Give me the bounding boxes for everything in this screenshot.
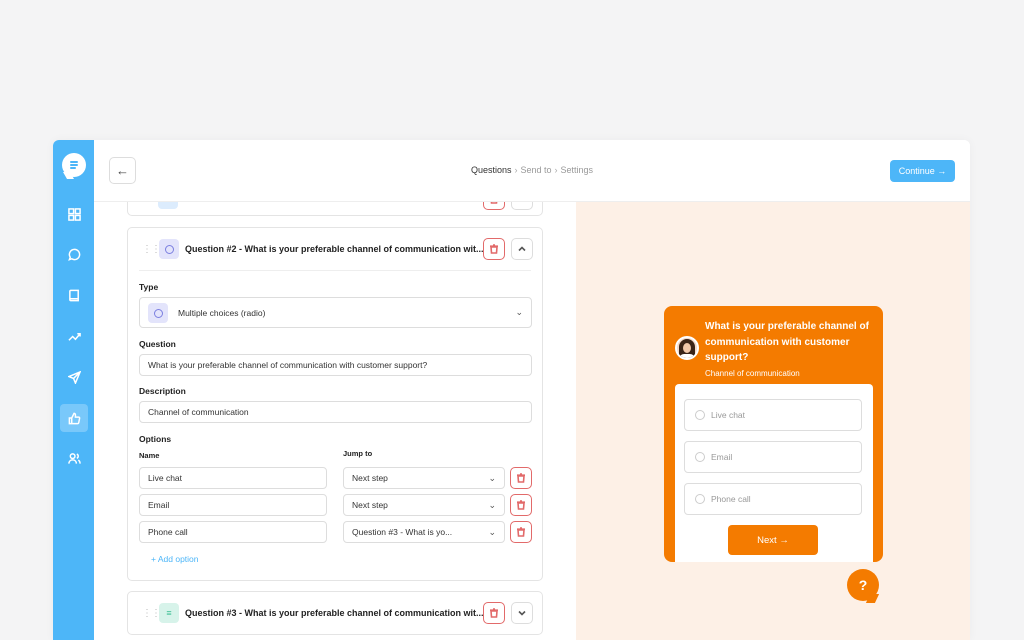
question-card-3: ⋮⋮ ≡ Question #3 - What is your preferab… bbox=[127, 591, 543, 635]
breadcrumb: Questions › Send to › Settings bbox=[470, 165, 594, 175]
thumbs-up-icon bbox=[68, 412, 80, 424]
chevron-down-icon: ⌄ bbox=[515, 307, 523, 317]
sidebar-item-feedback[interactable] bbox=[60, 404, 88, 432]
radio-icon bbox=[695, 452, 705, 462]
survey-preview: What is your preferable channel of commu… bbox=[576, 202, 970, 640]
widget-question-title: What is your preferable channel of commu… bbox=[705, 321, 869, 363]
next-button[interactable]: Next → bbox=[728, 525, 818, 555]
trash-icon bbox=[490, 244, 498, 254]
chevron-down-icon: ⌄ bbox=[488, 473, 496, 483]
trash-icon bbox=[490, 608, 498, 618]
sidebar-item-analytics[interactable] bbox=[60, 322, 88, 350]
drag-handle-icon[interactable]: ⋮⋮ bbox=[142, 608, 161, 619]
logo-icon[interactable] bbox=[62, 153, 86, 177]
trash-icon bbox=[517, 527, 525, 537]
widget-option[interactable]: Live chat bbox=[684, 399, 862, 431]
chevron-down-icon bbox=[518, 610, 526, 616]
widget-option[interactable]: Email bbox=[684, 441, 862, 473]
jump-to-select[interactable]: Next step ⌄ bbox=[343, 494, 505, 516]
option-name-input[interactable]: Email bbox=[139, 494, 327, 516]
toggle-question-button[interactable] bbox=[511, 202, 533, 210]
dashboard-icon bbox=[67, 207, 81, 221]
drag-handle-icon[interactable]: ⋮⋮ bbox=[142, 244, 161, 255]
collapse-button[interactable] bbox=[511, 238, 533, 260]
app-window: ← Questions › Send to › Settings Continue → … bbox=[53, 140, 970, 640]
jump-to-column-label: Jump to bbox=[343, 449, 373, 458]
chevron-up-icon bbox=[518, 246, 526, 252]
delete-option-button[interactable] bbox=[510, 521, 532, 543]
question-mark-icon: ? bbox=[858, 577, 868, 593]
sidebar bbox=[53, 140, 94, 640]
delete-option-button[interactable] bbox=[510, 494, 532, 516]
option-name-input[interactable]: Phone call bbox=[139, 521, 327, 543]
chevron-down-icon: ⌄ bbox=[488, 527, 496, 537]
radio-icon bbox=[695, 410, 705, 420]
question-editor: ⋮⋮ Question #2 - What is your preferable… bbox=[94, 202, 576, 640]
question-title[interactable]: Question #3 - What is your preferable ch… bbox=[185, 608, 484, 618]
type-select[interactable]: Multiple choices (radio) ⌄ bbox=[139, 297, 532, 328]
delete-question-button[interactable] bbox=[483, 202, 505, 210]
radio-icon bbox=[695, 494, 705, 504]
book-icon bbox=[68, 289, 79, 301]
trash-icon bbox=[517, 500, 525, 510]
question-input[interactable]: What is your preferable channel of commu… bbox=[139, 354, 532, 376]
description-input[interactable]: Channel of communication bbox=[139, 401, 532, 423]
delete-option-button[interactable] bbox=[510, 467, 532, 489]
add-option-button[interactable]: + Add option bbox=[151, 554, 199, 564]
question-card-2: ⋮⋮ Question #2 - What is your preferable… bbox=[127, 227, 543, 581]
top-bar: ← Questions › Send to › Settings Continue → bbox=[94, 140, 970, 202]
option-name-input[interactable]: Live chat bbox=[139, 467, 327, 489]
continue-button[interactable]: Continue → bbox=[890, 160, 955, 182]
breadcrumb-questions[interactable]: Questions bbox=[471, 165, 512, 175]
delete-question-button[interactable] bbox=[483, 602, 505, 624]
jump-to-select[interactable]: Next step ⌄ bbox=[343, 467, 505, 489]
analytics-icon bbox=[67, 332, 81, 341]
expand-button[interactable] bbox=[511, 602, 533, 624]
sidebar-item-send[interactable] bbox=[60, 363, 88, 391]
survey-widget: What is your preferable channel of commu… bbox=[664, 306, 883, 562]
trash-icon bbox=[517, 473, 525, 483]
widget-question-subtitle: Channel of communication bbox=[705, 369, 800, 378]
breadcrumb-settings[interactable]: Settings bbox=[561, 165, 594, 175]
widget-body: Live chat Email Phone call Next → bbox=[675, 384, 873, 562]
breadcrumb-send-to[interactable]: Send to bbox=[520, 165, 551, 175]
name-column-label: Name bbox=[139, 451, 160, 460]
delete-question-button[interactable] bbox=[483, 238, 505, 260]
radio-type-icon bbox=[159, 239, 179, 259]
description-label: Description bbox=[139, 386, 186, 396]
widget-option[interactable]: Phone call bbox=[684, 483, 862, 515]
radio-type-icon bbox=[148, 303, 168, 323]
divider bbox=[139, 270, 531, 271]
send-icon bbox=[67, 370, 81, 384]
users-icon bbox=[67, 452, 81, 464]
question-type-icon bbox=[158, 202, 178, 209]
trash-icon bbox=[490, 202, 498, 204]
sidebar-item-dashboard[interactable] bbox=[60, 200, 88, 228]
list-type-icon: ≡ bbox=[159, 603, 179, 623]
sidebar-item-chat[interactable] bbox=[60, 240, 88, 268]
sidebar-item-library[interactable] bbox=[60, 281, 88, 309]
chat-icon bbox=[67, 248, 80, 261]
question-label: Question bbox=[139, 339, 176, 349]
jump-to-select[interactable]: Question #3 - What is yo... ⌄ bbox=[343, 521, 505, 543]
chevron-down-icon: ⌄ bbox=[488, 500, 496, 510]
avatar bbox=[675, 336, 699, 360]
type-label: Type bbox=[139, 282, 159, 292]
question-title[interactable]: Question #2 - What is your preferable ch… bbox=[185, 244, 484, 254]
question-card-1 bbox=[127, 202, 543, 216]
help-button[interactable]: ? bbox=[847, 569, 879, 601]
options-label: Options bbox=[139, 434, 172, 444]
sidebar-item-users[interactable] bbox=[60, 444, 88, 472]
